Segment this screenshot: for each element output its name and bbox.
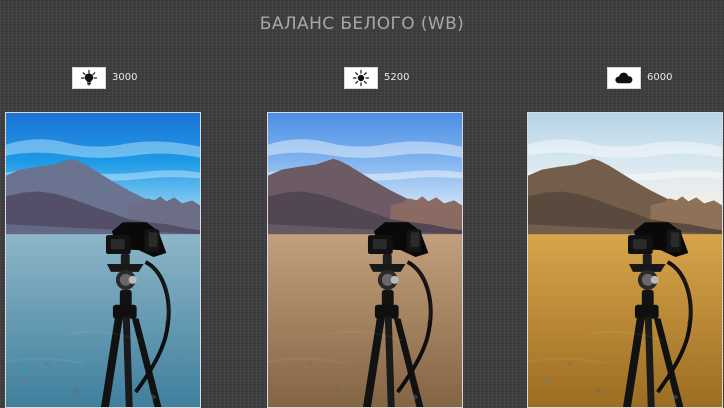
photo-panel-3000k [5, 112, 201, 408]
wb-label-5200: 5200 [344, 67, 409, 89]
kelvin-value: 3000 [112, 72, 138, 83]
tripod-landscape-image [528, 113, 722, 407]
tungsten-bulb-icon [72, 67, 106, 89]
photo-panel-6000k [527, 112, 723, 408]
photo-panel-5200k [267, 112, 463, 408]
sun-icon [344, 67, 378, 89]
tripod-landscape-image [268, 113, 462, 407]
tripod-landscape-image [6, 113, 200, 407]
kelvin-value: 6000 [647, 72, 673, 83]
wb-label-3000: 3000 [72, 67, 137, 89]
kelvin-value: 5200 [384, 72, 410, 83]
page-title: БАЛАНС БЕЛОГО (WB) [259, 14, 465, 34]
cloud-icon [607, 67, 641, 89]
wb-label-6000: 6000 [607, 67, 672, 89]
